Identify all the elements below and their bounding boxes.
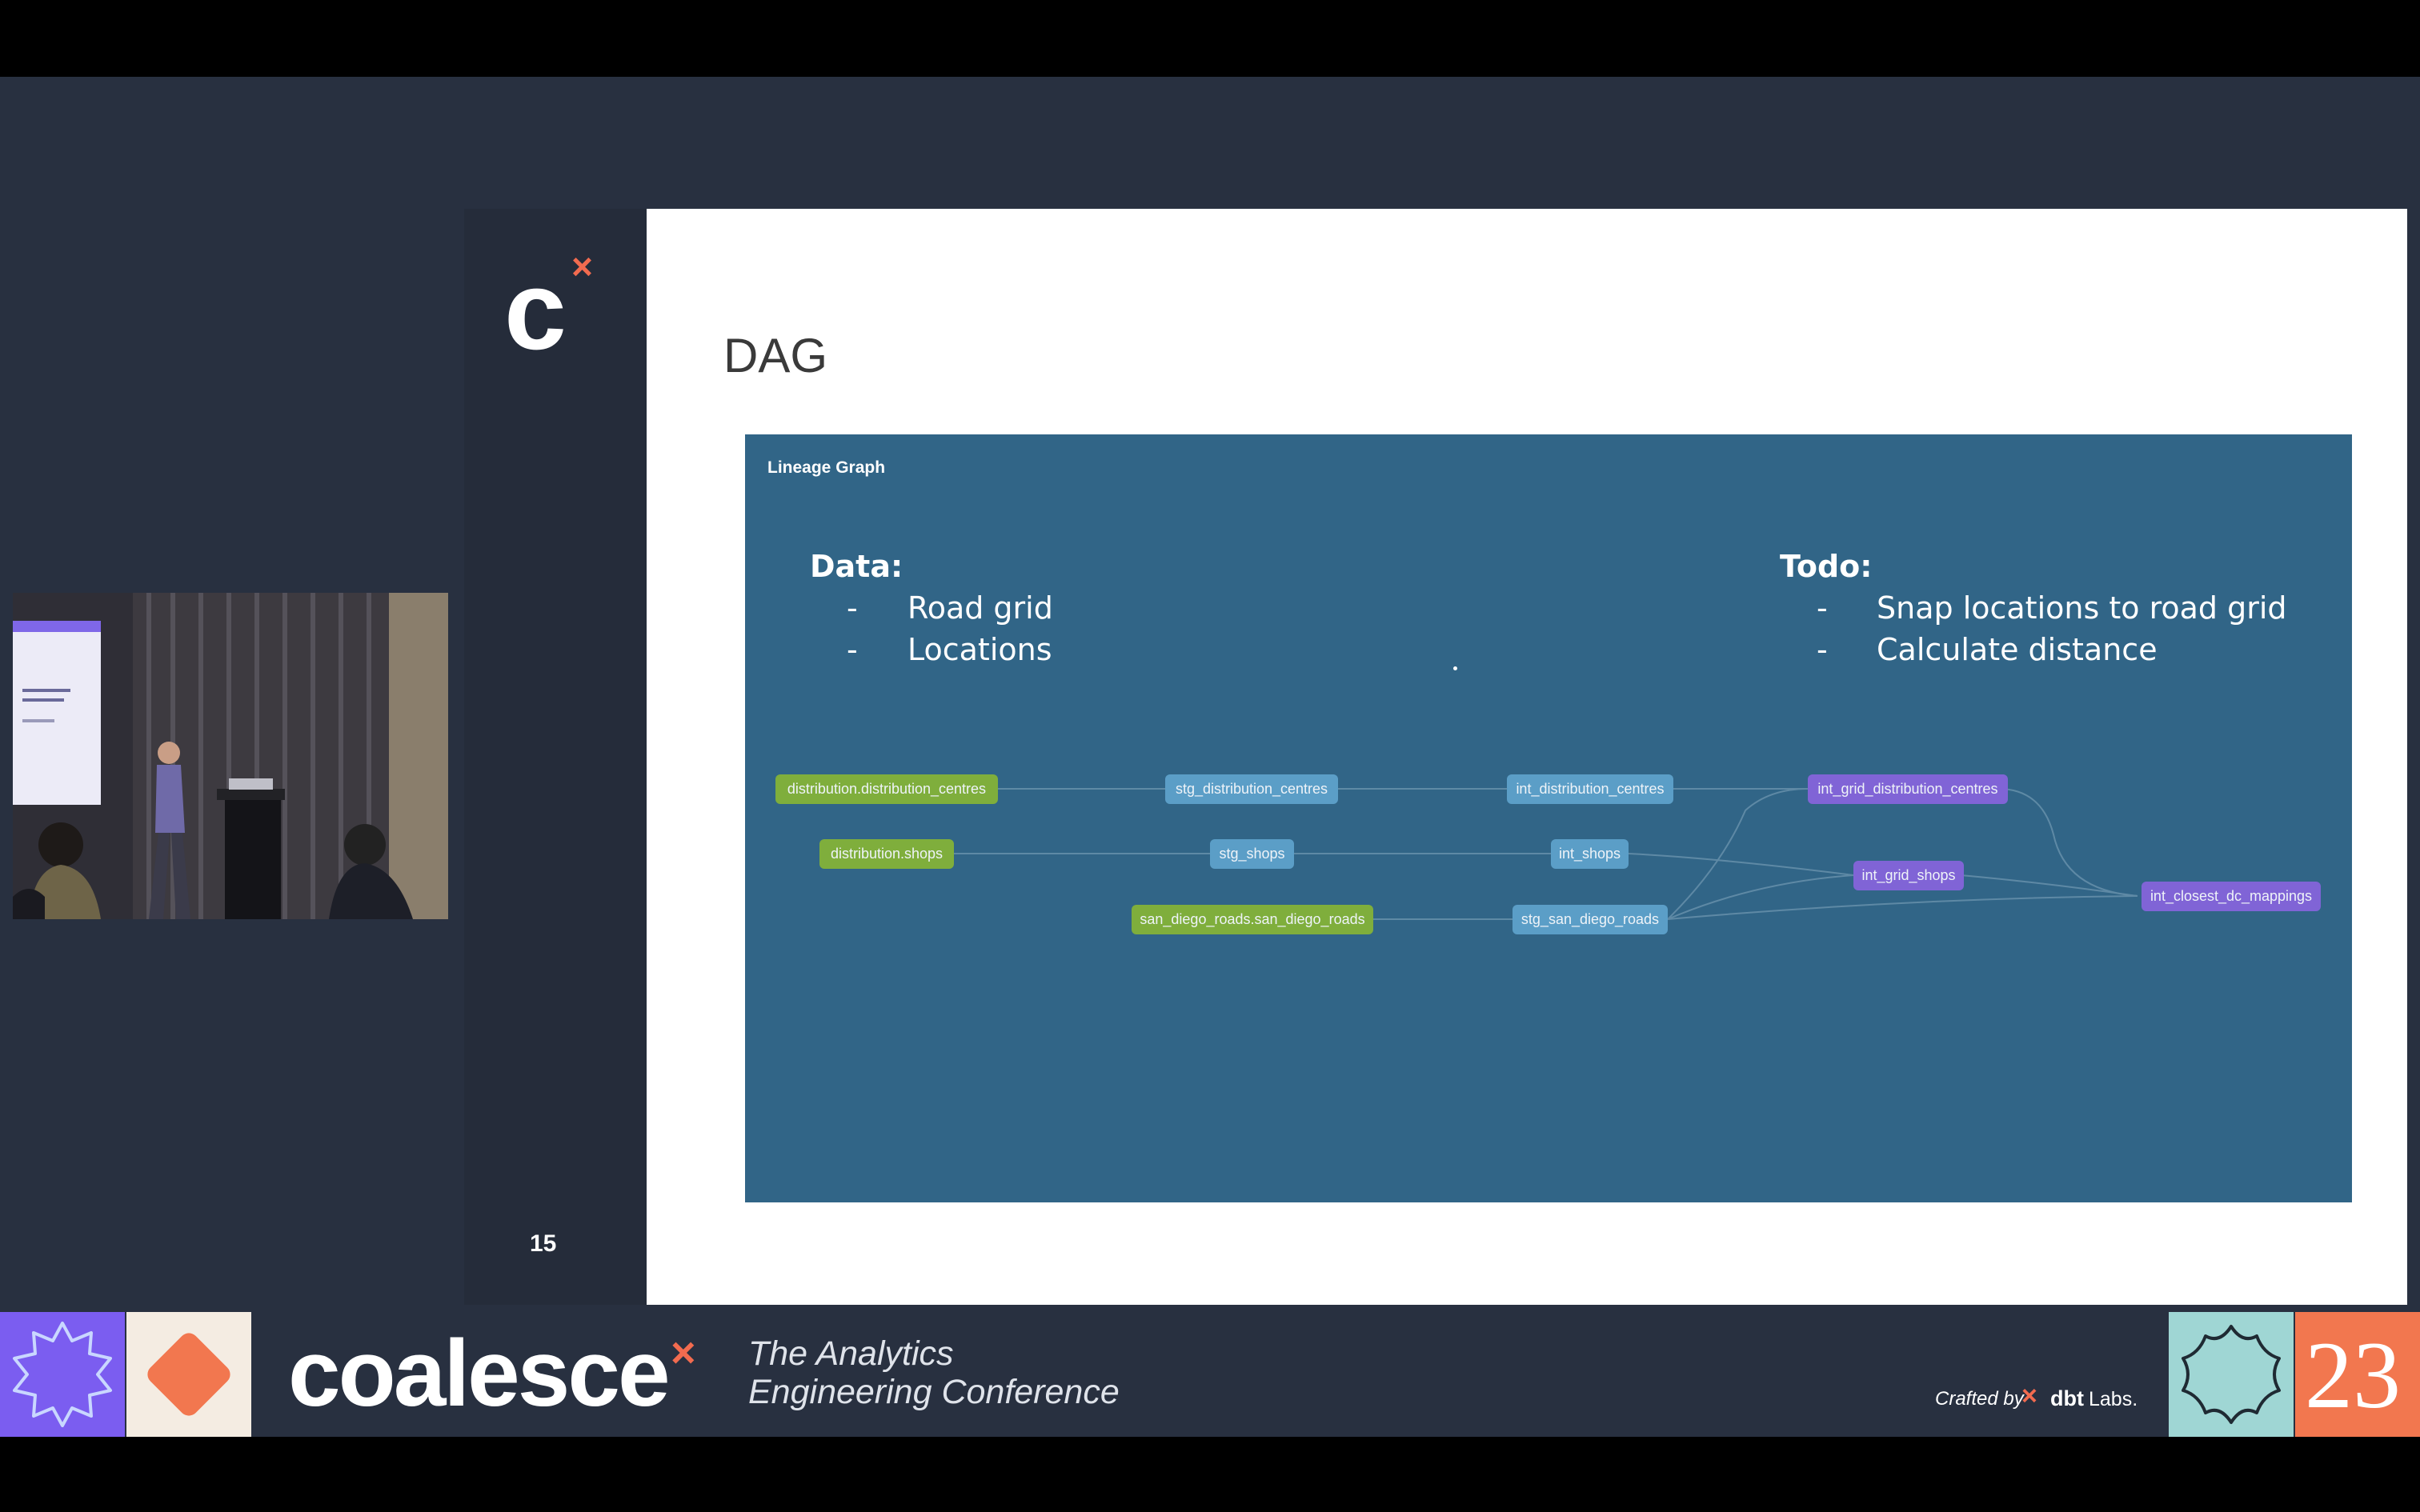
cursor-dot [1453, 666, 1457, 670]
dag-node: int_closest_dc_mappings [2142, 882, 2321, 911]
edge-grid-dc-to-closest [1997, 788, 2138, 897]
data-bullet: - [847, 632, 858, 667]
edge-shops-int-to-grid [1628, 853, 1854, 876]
slide-title: DAG [723, 329, 828, 382]
dbt-logo-icon: × [2021, 1381, 2037, 1411]
starburst-icon [13, 1322, 112, 1427]
coalesce-logo-mark: × [571, 246, 593, 287]
dag-node: stg_shops [1210, 839, 1294, 869]
coalesce-logo-letter: c [504, 247, 567, 373]
edge-grid-shops-to-closest [1960, 874, 2138, 897]
dbt-labs-wordmark: Labs. [2089, 1388, 2138, 1410]
lineage-graph-screenshot: distribution.distribution_centres distri… [745, 434, 2352, 1202]
slide-sidebar [464, 209, 647, 1305]
dag-node: distribution.distribution_centres [775, 774, 998, 804]
dag-node: stg_san_diego_roads [1512, 905, 1668, 934]
data-bullet: - [847, 590, 858, 626]
wavy-star-tile [2169, 1312, 2294, 1437]
edge-roads-to-grid-dc [1667, 788, 1809, 920]
coalesce-wordmark: coalesce [288, 1321, 671, 1426]
starburst-tile [0, 1312, 125, 1437]
graph-title: Lineage Graph [767, 458, 886, 477]
edge-roads-to-closest [1667, 895, 2138, 920]
dag-node: int_shops [1551, 839, 1629, 869]
coalesce-x-mark: × [671, 1329, 696, 1377]
diamond-tile [126, 1312, 251, 1437]
wavy-star-icon [2182, 1325, 2281, 1424]
dag-node: distribution.shops [819, 839, 954, 869]
dag-node: san_diego_roads.san_diego_roads [1132, 905, 1373, 934]
edge-roads-to-grid-shops [1667, 874, 1854, 920]
data-item: Road grid [908, 590, 1053, 626]
speaker-video [13, 593, 448, 919]
dbt-wordmark: dbt [2050, 1386, 2084, 1410]
dag-node: int_distribution_centres [1507, 774, 1673, 804]
todo-bullet: - [1817, 590, 1828, 626]
dag-node: stg_distribution_centres [1165, 774, 1338, 804]
tagline-line1: The Analytics [748, 1334, 954, 1373]
slide-number: 15 [530, 1230, 557, 1257]
crafted-by-label: Crafted by [1935, 1388, 2024, 1410]
todo-item: Snap locations to road grid [1877, 590, 2287, 626]
conference-year: 23 [2305, 1322, 2401, 1428]
dag-node: int_grid_shops [1853, 861, 1964, 890]
data-heading: Data: [810, 549, 903, 584]
data-item: Locations [908, 632, 1052, 667]
todo-heading: Todo: [1780, 549, 1873, 584]
tagline-line2: Engineering Conference [748, 1373, 1120, 1411]
todo-item: Calculate distance [1877, 632, 2158, 667]
todo-bullet: - [1817, 632, 1828, 667]
lineage-edges [954, 788, 2138, 920]
speaker-video-frame [13, 593, 448, 919]
dag-node: int_grid_distribution_centres [1808, 774, 2008, 804]
diamond-icon [147, 1333, 230, 1416]
